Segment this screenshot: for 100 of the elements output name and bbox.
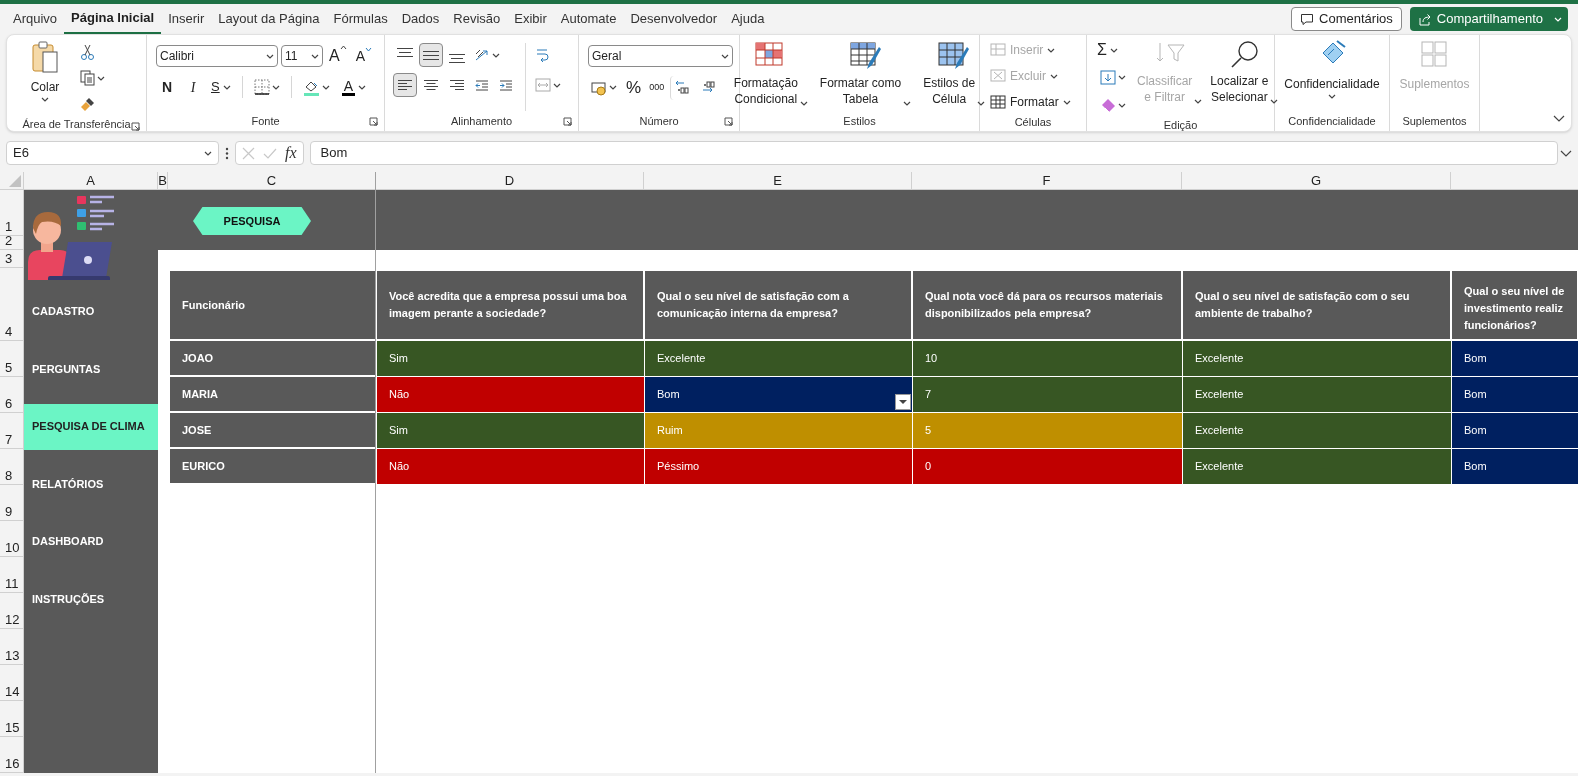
table-cell[interactable]: JOSE [169, 413, 376, 449]
more-options-icon[interactable] [225, 146, 229, 160]
row-header[interactable]: 5 [0, 341, 24, 377]
sidebar-nav-item[interactable]: RELATÓRIOS [24, 461, 158, 507]
table-cell[interactable]: EURICO [169, 449, 376, 485]
autosum-button[interactable]: Σ [1097, 39, 1129, 61]
row-header[interactable]: 13 [0, 629, 24, 665]
table-cell[interactable]: JOAO [169, 341, 376, 377]
increase-font-size-button[interactable]: A [326, 44, 350, 68]
row-header[interactable]: 14 [0, 665, 24, 701]
menu-tab[interactable]: Revisão [446, 4, 508, 34]
menu-tab[interactable]: Layout da Página [211, 4, 327, 34]
row-header[interactable]: 4 [0, 268, 24, 341]
row-header[interactable]: 15 [0, 701, 24, 737]
menu-tab[interactable]: Arquivo [6, 4, 65, 34]
row-header[interactable]: 9 [0, 485, 24, 521]
row-header[interactable]: 16 [0, 737, 24, 773]
row-header[interactable]: 2 [0, 236, 24, 250]
menu-tab[interactable]: Automate [553, 4, 624, 34]
table-cell[interactable]: Excelente [1182, 377, 1451, 413]
font-name-dropdown[interactable]: Calibri [156, 45, 278, 67]
dialog-launcher-icon[interactable] [131, 122, 140, 131]
font-size-dropdown[interactable]: 11 [281, 45, 323, 67]
share-button[interactable]: Compartilhamento [1409, 7, 1568, 31]
row-header[interactable]: 10 [0, 521, 24, 557]
insert-function-button[interactable]: fx [285, 141, 297, 165]
row-header[interactable]: 11 [0, 557, 24, 593]
italic-button[interactable]: I [182, 76, 204, 98]
name-box[interactable]: E6 [6, 141, 219, 165]
font-color-button[interactable]: A [336, 75, 371, 99]
percent-button[interactable]: % [624, 75, 644, 101]
menu-tab[interactable]: Exibir [507, 4, 554, 34]
dialog-launcher-icon[interactable] [369, 117, 378, 126]
underline-button[interactable]: S [208, 76, 234, 98]
table-cell[interactable]: 0 [912, 449, 1182, 485]
table-cell[interactable]: Excelente [1182, 449, 1451, 485]
table-cell[interactable]: 7 [912, 377, 1182, 413]
check-icon[interactable] [263, 146, 277, 160]
row-header[interactable]: 6 [0, 377, 24, 413]
menu-tab[interactable]: Desenvolvedor [623, 4, 725, 34]
decrease-font-size-button[interactable]: A [352, 45, 375, 67]
menu-tab[interactable]: Inserir [161, 4, 212, 34]
number-format-dropdown[interactable]: Geral [588, 45, 733, 67]
table-cell[interactable]: Excelente [1182, 341, 1451, 377]
pesquisa-button[interactable]: PESQUISA [193, 207, 311, 235]
group-label: Alinhamento [450, 113, 513, 129]
diagonal-text-icon [474, 47, 490, 63]
column-header[interactable]: C [168, 172, 376, 190]
group-label: Número [639, 113, 679, 129]
table-cell[interactable]: Excelente [1182, 413, 1451, 449]
row-header[interactable]: 12 [0, 593, 24, 629]
table-cell[interactable]: Sim [376, 341, 644, 377]
align-left-button[interactable] [393, 73, 417, 97]
menu-tab[interactable]: Ajuda [724, 4, 772, 34]
sidebar-nav-item[interactable]: CADASTRO [24, 288, 158, 335]
comma-style-button[interactable]: 000 [647, 81, 667, 95]
table-cell[interactable]: Bom [1451, 413, 1578, 449]
table-cell[interactable]: Não [376, 449, 644, 485]
sensitivity-button[interactable]: Confidencialidade [1284, 39, 1380, 111]
paste-button[interactable]: Colar [25, 40, 65, 103]
sidebar-nav-item[interactable]: PESQUISA DE CLIMA [24, 403, 158, 450]
caret-icon [721, 52, 729, 60]
editing-button[interactable]: Localizar e Selecionar [1210, 39, 1279, 117]
row-header[interactable]: 7 [0, 413, 24, 449]
middle-align-button[interactable] [419, 43, 443, 67]
table-cell[interactable]: 10 [912, 341, 1182, 377]
menu-tab[interactable]: Dados [394, 4, 447, 34]
bold-button[interactable]: N [156, 76, 178, 98]
sidebar-nav-item[interactable]: PERGUNTAS [24, 346, 158, 392]
table-cell[interactable]: Bom [1451, 377, 1578, 413]
table-cell[interactable]: Bom [1451, 341, 1578, 377]
comments-button[interactable]: Comentários [1291, 7, 1402, 31]
styles-button[interactable]: Formatação Condicional [730, 41, 811, 111]
column-header[interactable]: F [912, 172, 1182, 190]
table-cell[interactable]: Excelente [644, 341, 912, 377]
formula-input[interactable]: Bom [309, 141, 1558, 165]
column-header[interactable]: G [1182, 172, 1451, 190]
cells-button[interactable]: Formatar [990, 91, 1076, 113]
expand-icon[interactable] [1560, 148, 1572, 158]
collapse-ribbon-icon[interactable] [1553, 114, 1565, 123]
column-header[interactable]: E [644, 172, 912, 190]
styles-button[interactable]: Estilos de Célula [920, 41, 989, 111]
table-cell[interactable]: Não [376, 377, 644, 413]
row-header[interactable]: 8 [0, 449, 24, 485]
table-cell[interactable]: MARIA [169, 377, 376, 413]
dropdown-button[interactable] [895, 394, 911, 410]
table-cell[interactable]: Bom [1451, 449, 1578, 485]
dialog-launcher-icon[interactable] [724, 117, 733, 126]
table-cell[interactable]: Sim [376, 413, 644, 449]
sidebar-nav-item[interactable]: DASHBOARD [24, 518, 158, 565]
dialog-launcher-icon[interactable] [563, 117, 572, 126]
row-header[interactable]: 3 [0, 250, 24, 268]
row-header[interactable]: 1 [0, 190, 24, 236]
sidebar-nav-item[interactable]: INSTRUÇÕES [24, 576, 158, 622]
table-cell[interactable]: Péssimo [644, 449, 912, 485]
column-header[interactable]: D [376, 172, 644, 190]
styles-button[interactable]: Formatar como Tabela [816, 41, 915, 111]
table-cell[interactable]: Bom [644, 377, 912, 413]
column-header[interactable]: A [24, 172, 158, 190]
menu-tab[interactable]: Fórmulas [326, 4, 395, 34]
